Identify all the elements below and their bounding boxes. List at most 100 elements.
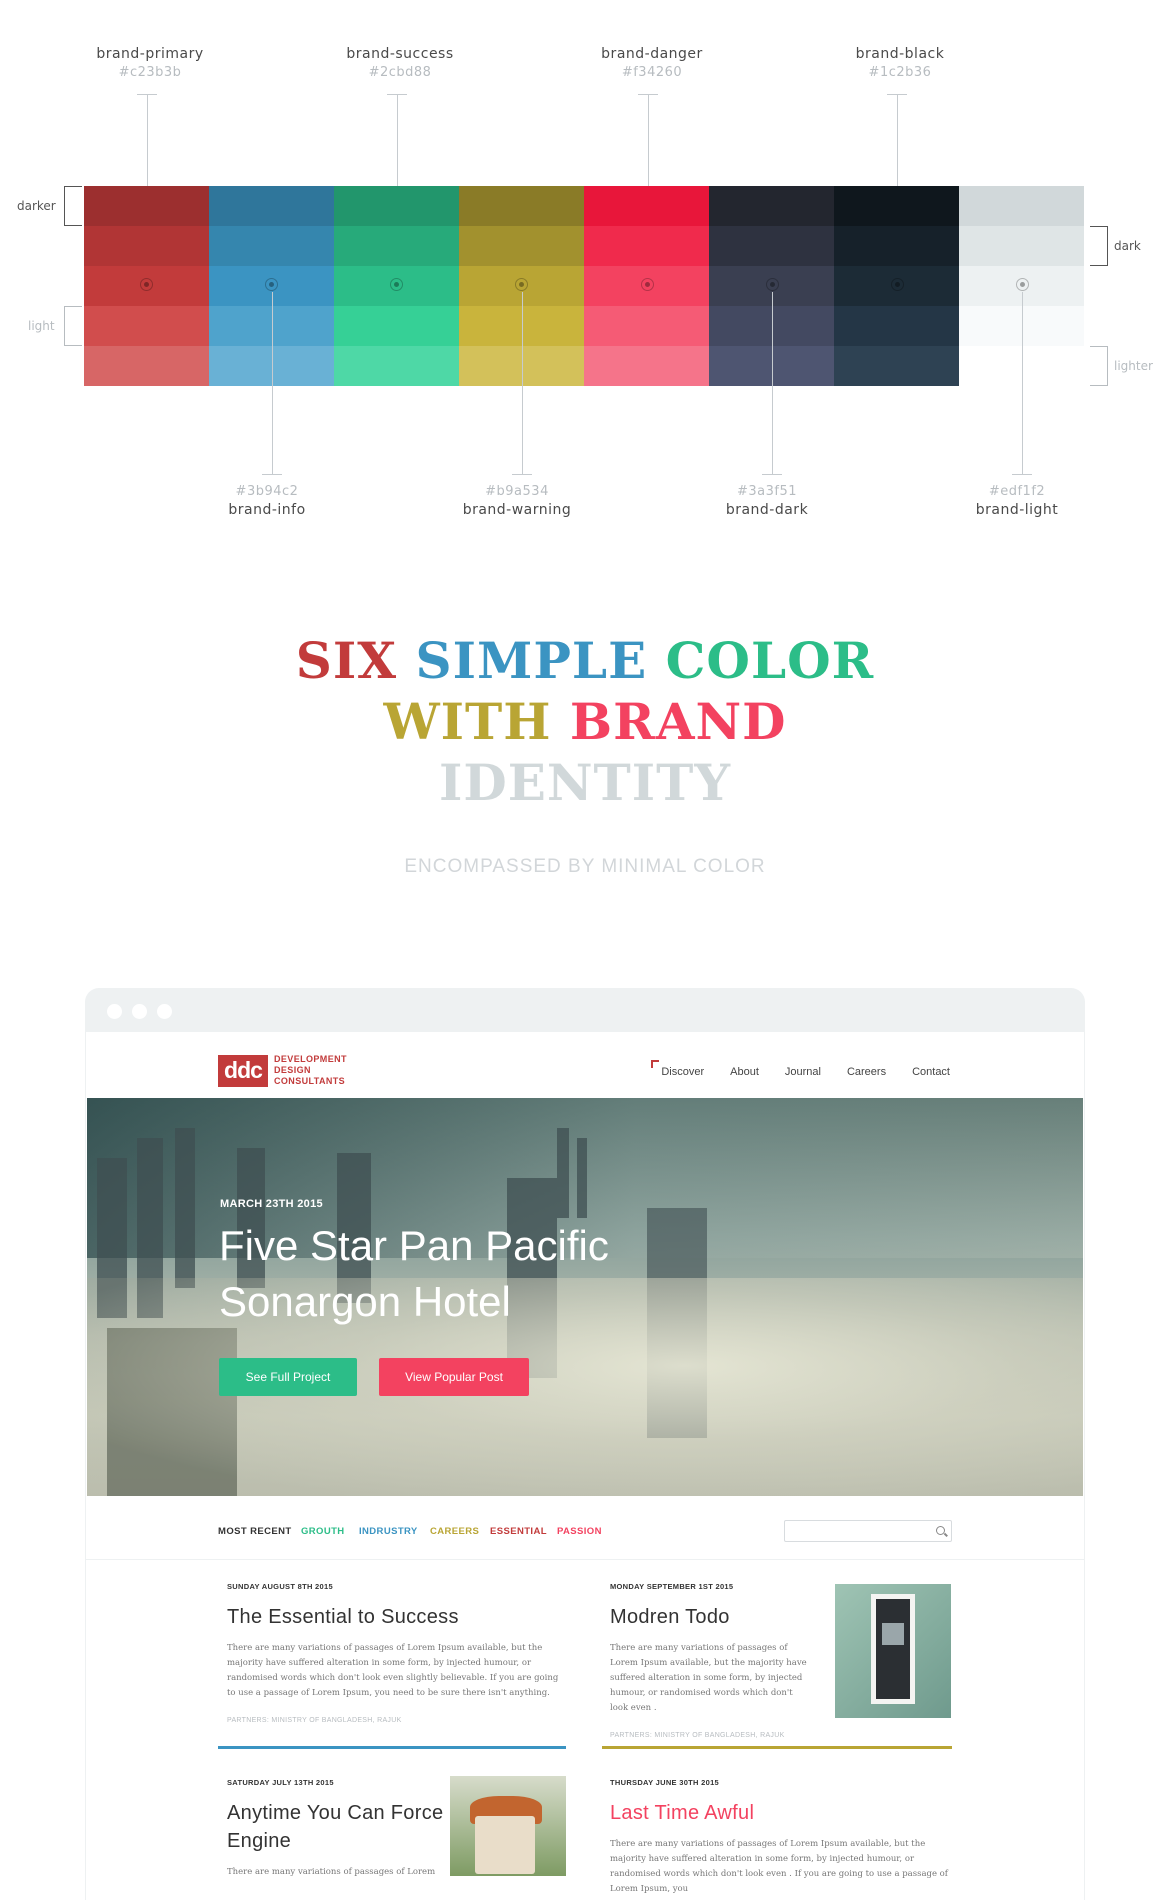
category-tabs: MOST RECENT GROUTH INDRUSTRY CAREERS ESS… <box>86 1512 1084 1560</box>
swatch-marker <box>641 278 654 291</box>
swatch-cell <box>459 226 584 266</box>
leader-cap <box>262 474 282 475</box>
swatch-hex: #2cbd88 <box>368 65 432 80</box>
hero-title: Five Star Pan Pacific Sonargon Hotel <box>219 1218 739 1330</box>
swatch-cell <box>84 346 209 386</box>
label-light: light <box>28 319 55 333</box>
swatch-marker <box>891 278 904 291</box>
swatch-label-brand-info: #3b94c2 brand-info <box>167 484 367 518</box>
post-partners: PARTNERS: MINISTRY OF BANGLADESH, RAJUK <box>227 1717 402 1724</box>
door-image <box>871 1594 915 1704</box>
post-body: There are many variations of passages of… <box>227 1867 436 1877</box>
site-logo[interactable]: ddc DEVELOPMENT DESIGN CONSULTANTS <box>218 1054 347 1087</box>
swatch-cell <box>834 306 959 346</box>
swatch-cell <box>209 186 334 226</box>
swatch-label-brand-light: #edf1f2 brand-light <box>917 484 1117 518</box>
leader-cap <box>762 474 782 475</box>
logo-line: DESIGN <box>274 1065 311 1075</box>
post-body: There are many variations of passages of… <box>610 1643 807 1713</box>
headline-line-2: WITH BRAND <box>0 691 1170 752</box>
logo-mark: ddc <box>218 1054 268 1087</box>
leader-line <box>1022 292 1023 474</box>
swatch-cell <box>84 306 209 346</box>
color-palette: brand-primary #c23b3b brand-success #2cb… <box>0 0 1170 560</box>
swatch-hex: #f34260 <box>621 65 683 80</box>
swatch-hex: #b9a534 <box>485 484 549 499</box>
swatch-name: brand-dark <box>725 502 809 518</box>
swatch-cell <box>334 346 459 386</box>
swatch-label-brand-black: brand-black #1c2b36 <box>800 46 1000 80</box>
menu-item-careers[interactable]: Careers <box>847 1066 886 1078</box>
hero-banner: MARCH 23TH 2015 Five Star Pan Pacific So… <box>87 1098 1083 1496</box>
swatch-cell <box>584 306 709 346</box>
headline-line-1: SIX SIMPLE COLOR <box>0 630 1170 691</box>
post-title[interactable]: The Essential to Success <box>227 1603 567 1631</box>
swatch-marker <box>390 278 403 291</box>
swatch-cell <box>334 186 459 226</box>
swatch-cell <box>959 186 1084 226</box>
swatch-label-brand-success: brand-success #2cbd88 <box>300 46 500 80</box>
headline: SIX SIMPLE COLOR WITH BRAND IDENTITY <box>0 630 1170 813</box>
post-thumbnail[interactable] <box>450 1776 566 1876</box>
headline-subtitle: ENCOMPASSED BY MINIMAL COLOR <box>404 856 766 877</box>
see-full-project-button[interactable]: See Full Project <box>219 1358 357 1396</box>
swatch-name: brand-light <box>975 502 1059 518</box>
logo-line: DEVELOPMENT <box>274 1054 347 1064</box>
post-card: SATURDAY JULY 13TH 2015 Anytime You Can … <box>227 1778 447 1880</box>
tab-careers[interactable]: CAREERS <box>430 1526 479 1537</box>
logo-line: CONSULTANTS <box>274 1076 346 1086</box>
leader-cap <box>512 474 532 475</box>
swatch-grid <box>84 186 1085 386</box>
headline-word: SIMPLE <box>415 631 648 690</box>
post-title[interactable]: Modren Todo <box>610 1603 810 1631</box>
window-controls <box>107 1004 172 1019</box>
swatch-name: brand-danger <box>601 46 703 62</box>
tab-grouth[interactable]: GROUTH <box>301 1526 345 1537</box>
swatch-hex: #3a3f51 <box>736 484 798 499</box>
minimize-dot[interactable] <box>132 1004 147 1019</box>
label-darker: darker <box>17 199 56 213</box>
post-thumbnail[interactable] <box>835 1584 951 1718</box>
hero-title-line: Sonargon Hotel <box>219 1278 511 1325</box>
maximize-dot[interactable] <box>157 1004 172 1019</box>
search-icon[interactable] <box>936 1526 945 1535</box>
post-partners: PARTNERS: MINISTRY OF BANGLADESH, RAJUK <box>610 1732 785 1739</box>
swatch-cell <box>834 186 959 226</box>
bracket-dark <box>1090 226 1108 266</box>
close-dot[interactable] <box>107 1004 122 1019</box>
browser-viewport: ddc DEVELOPMENT DESIGN CONSULTANTS Disco… <box>86 1032 1084 1900</box>
tab-indrustry[interactable]: INDRUSTRY <box>359 1526 418 1537</box>
tab-most-recent[interactable]: MOST RECENT <box>218 1526 292 1537</box>
swatch-cell <box>334 306 459 346</box>
menu-item-contact[interactable]: Contact <box>912 1066 950 1078</box>
post-title[interactable]: Anytime You Can Force Engine <box>227 1799 447 1855</box>
swatch-label-brand-dark: #3a3f51 brand-dark <box>667 484 867 518</box>
menu-item-discover[interactable]: Discover <box>651 1060 704 1078</box>
tab-essential[interactable]: ESSENTIAL <box>490 1526 547 1537</box>
swatch-marker <box>766 278 779 291</box>
post-date: MONDAY SEPTEMBER 1ST 2015 <box>610 1582 734 1591</box>
swatch-cell <box>84 226 209 266</box>
menu-item-journal[interactable]: Journal <box>785 1066 821 1078</box>
swatch-name: brand-black <box>855 46 945 62</box>
swatch-hex: #edf1f2 <box>988 484 1046 499</box>
swatch-label-brand-warning: #b9a534 brand-warning <box>417 484 617 518</box>
swatch-hex: #c23b3b <box>118 65 182 80</box>
post-divider <box>602 1746 952 1749</box>
headline-word: SIX <box>295 631 398 690</box>
tab-passion[interactable]: PASSION <box>557 1526 602 1537</box>
search-input[interactable] <box>784 1520 952 1542</box>
swatch-cell <box>834 226 959 266</box>
post-title[interactable]: Last Time Awful <box>610 1799 952 1827</box>
post-divider <box>218 1746 566 1749</box>
label-lighter: lighter <box>1114 359 1153 373</box>
swatch-name: brand-primary <box>96 46 204 62</box>
post-date: SATURDAY JULY 13TH 2015 <box>227 1778 334 1787</box>
post-card: THURSDAY JUNE 30TH 2015 Last Time Awful … <box>610 1778 952 1897</box>
swatch-cell <box>584 226 709 266</box>
hero-title-line: Five Star Pan Pacific <box>219 1222 609 1269</box>
view-popular-post-button[interactable]: View Popular Post <box>379 1358 529 1396</box>
headline-line-3: IDENTITY <box>0 752 1170 813</box>
label-dark: dark <box>1114 239 1141 253</box>
menu-item-about[interactable]: About <box>730 1066 759 1078</box>
